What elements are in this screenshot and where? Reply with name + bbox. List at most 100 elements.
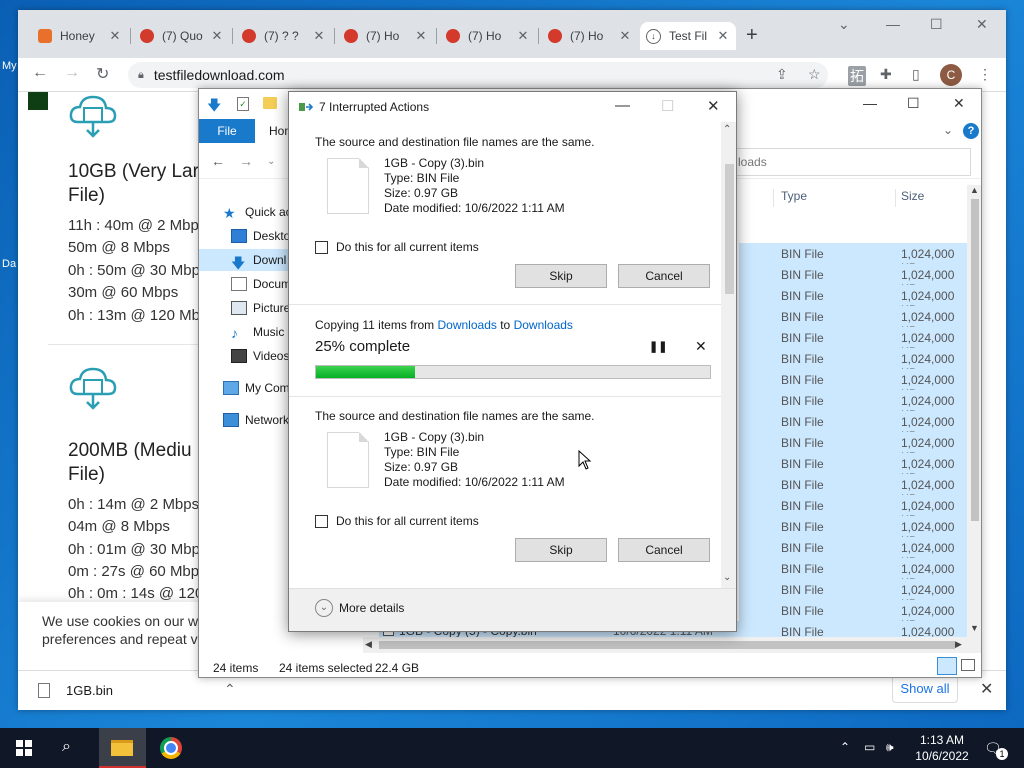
close-window-button[interactable]: ✕ [976, 16, 988, 33]
close-icon[interactable]: ✕ [312, 28, 326, 44]
minimize-button[interactable]: — [886, 16, 900, 32]
chevron-up-icon[interactable]: ⌃ [840, 740, 850, 754]
reload-icon[interactable]: ↻ [96, 64, 109, 84]
url-text[interactable]: testfiledownload.com [154, 67, 285, 83]
download-filename[interactable]: 1GB.bin [66, 683, 113, 698]
scrollbar-thumb[interactable] [379, 641, 955, 649]
close-icon[interactable]: ✕ [414, 28, 428, 44]
properties-icon[interactable]: ✓ [237, 97, 249, 111]
help-icon[interactable]: ? [963, 123, 979, 139]
table-row[interactable]: BIN File1,024,000 KB [739, 432, 969, 464]
scroll-left-arrow-icon[interactable]: ◀ [365, 639, 372, 650]
table-row[interactable]: BIN File1,024,000 KB [739, 390, 969, 422]
folder-icon[interactable] [263, 97, 277, 109]
lock-icon[interactable]: 🔒︎ [138, 69, 144, 82]
volume-icon[interactable]: 🕪︎ [886, 740, 894, 755]
nav-item-network[interactable]: Network [223, 409, 289, 431]
scroll-up-arrow-icon[interactable]: ⌃ [723, 124, 731, 135]
browser-tab[interactable]: (7) ? ? ✕ [236, 22, 332, 50]
cancel-button[interactable]: Cancel [618, 538, 710, 562]
system-clock[interactable]: 1:13 AM 10/6/2022 [902, 732, 982, 764]
browser-tab[interactable]: Honey ✕ [32, 22, 128, 50]
close-window-button[interactable]: ✕ [707, 97, 720, 115]
chrome-icon[interactable] [160, 737, 182, 759]
scroll-down-arrow-icon[interactable]: ▼ [970, 623, 979, 633]
apply-to-all-checkbox[interactable]: Do this for all current items [315, 514, 479, 528]
windows-start-icon[interactable] [16, 740, 32, 756]
extension-icon[interactable]: 拓 [848, 66, 866, 86]
chevron-up-icon[interactable]: ⌃ [224, 681, 236, 698]
sidebar-icon[interactable]: ▯ [912, 66, 920, 83]
close-window-button[interactable]: ✕ [953, 95, 965, 112]
network-icon[interactable]: ▭ [864, 740, 875, 754]
table-row[interactable]: BIN File1,024,000 KB [739, 306, 969, 338]
scrollbar-thumb[interactable] [725, 164, 734, 294]
large-icons-view-icon[interactable] [961, 659, 975, 671]
cancel-button[interactable]: Cancel [618, 264, 710, 288]
pause-icon[interactable]: ❚❚ [649, 340, 667, 353]
download-item[interactable]: 1GB.bin [38, 683, 113, 698]
close-icon[interactable]: ✕ [695, 338, 707, 355]
share-icon[interactable]: ⇪ [776, 66, 788, 83]
checkbox[interactable] [315, 514, 328, 528]
minimize-button[interactable]: — [615, 97, 630, 114]
table-row[interactable]: BIN File1,024,000 KB [739, 243, 969, 275]
column-header-size[interactable]: Size [901, 189, 924, 203]
skip-button[interactable]: Skip [515, 538, 607, 562]
browser-tab[interactable]: (7) Ho ✕ [440, 22, 536, 50]
nav-item-pictures[interactable]: Picture [231, 297, 290, 319]
nav-item-quick-access[interactable]: ★ Quick ac [223, 201, 292, 223]
bookmark-star-icon[interactable]: ☆ [808, 66, 821, 83]
browser-tab[interactable]: (7) Quo ✕ [134, 22, 230, 50]
browser-tab[interactable]: (7) Ho ✕ [542, 22, 638, 50]
table-row[interactable]: BIN File1,024,000 KB [739, 600, 969, 632]
destination-folder-link[interactable]: Downloads [514, 318, 573, 332]
back-arrow-icon[interactable]: ← [211, 153, 225, 169]
search-icon[interactable]: ⌕ [62, 738, 71, 756]
scroll-up-arrow-icon[interactable]: ▲ [970, 185, 979, 195]
search-input[interactable]: loads [729, 148, 971, 176]
nav-item-downloads[interactable]: 🡇 Downl [199, 249, 299, 271]
maximize-button[interactable]: ☐ [907, 95, 920, 112]
browser-tab[interactable]: (7) Ho ✕ [338, 22, 434, 50]
back-arrow-icon[interactable]: ← [32, 64, 48, 82]
nav-item-my-computer[interactable]: My Com [223, 377, 290, 399]
avatar[interactable]: C [940, 64, 962, 86]
more-details-button[interactable]: ⌄ More details [315, 599, 404, 617]
apply-to-all-checkbox[interactable]: Do this for all current items [315, 240, 479, 254]
maximize-button[interactable]: ☐ [930, 16, 943, 33]
close-icon[interactable]: ✕ [716, 28, 730, 44]
nav-item-documents[interactable]: Docum [231, 273, 291, 295]
nav-item-music[interactable]: ♪ Music [231, 321, 284, 343]
new-tab-button[interactable]: + [746, 24, 758, 47]
table-row[interactable]: BIN File1,024,000 KB [739, 474, 969, 506]
close-icon[interactable]: ✕ [108, 28, 122, 44]
tab-file[interactable]: File [199, 119, 255, 143]
recent-locations-chevron-icon[interactable]: ⌄ [267, 156, 275, 167]
nav-item-videos[interactable]: Videos [231, 345, 289, 367]
skip-button[interactable]: Skip [515, 264, 607, 288]
table-row[interactable]: BIN File1,024,000 KB [739, 369, 969, 401]
table-row[interactable]: BIN File1,024,000 KB [739, 285, 969, 317]
desktop-icon-label[interactable]: My [2, 60, 17, 72]
column-header-type[interactable]: Type [781, 189, 807, 203]
scroll-right-arrow-icon[interactable]: ▶ [955, 639, 962, 650]
minimize-button[interactable]: — [863, 95, 877, 111]
table-row[interactable]: BIN File1,024,000 KB [739, 579, 969, 611]
tab-search-chevron-icon[interactable]: ⌄ [838, 16, 850, 33]
table-row[interactable]: BIN File1,024,000 KB [739, 537, 969, 569]
table-row[interactable]: BIN File1,024,000 KB [739, 411, 969, 443]
nav-item-desktop[interactable]: Deskto [231, 225, 290, 247]
scroll-down-arrow-icon[interactable]: ⌄ [723, 572, 731, 583]
close-icon[interactable]: ✕ [516, 28, 530, 44]
table-row[interactable]: BIN File1,024,000 KB [739, 348, 969, 380]
details-view-icon[interactable] [937, 657, 957, 675]
close-icon[interactable]: ✕ [980, 679, 993, 699]
table-row[interactable]: BIN File1,024,000 KB [739, 516, 969, 548]
close-icon[interactable]: ✕ [618, 28, 632, 44]
show-all-button[interactable]: Show all [892, 675, 958, 703]
table-row[interactable]: BIN File1,024,000 KB [739, 264, 969, 296]
address-bar[interactable]: 🔒︎ testfiledownload.com [128, 62, 828, 88]
close-icon[interactable]: ✕ [210, 28, 224, 44]
table-row[interactable]: BIN File1,024,000 KB [739, 558, 969, 590]
